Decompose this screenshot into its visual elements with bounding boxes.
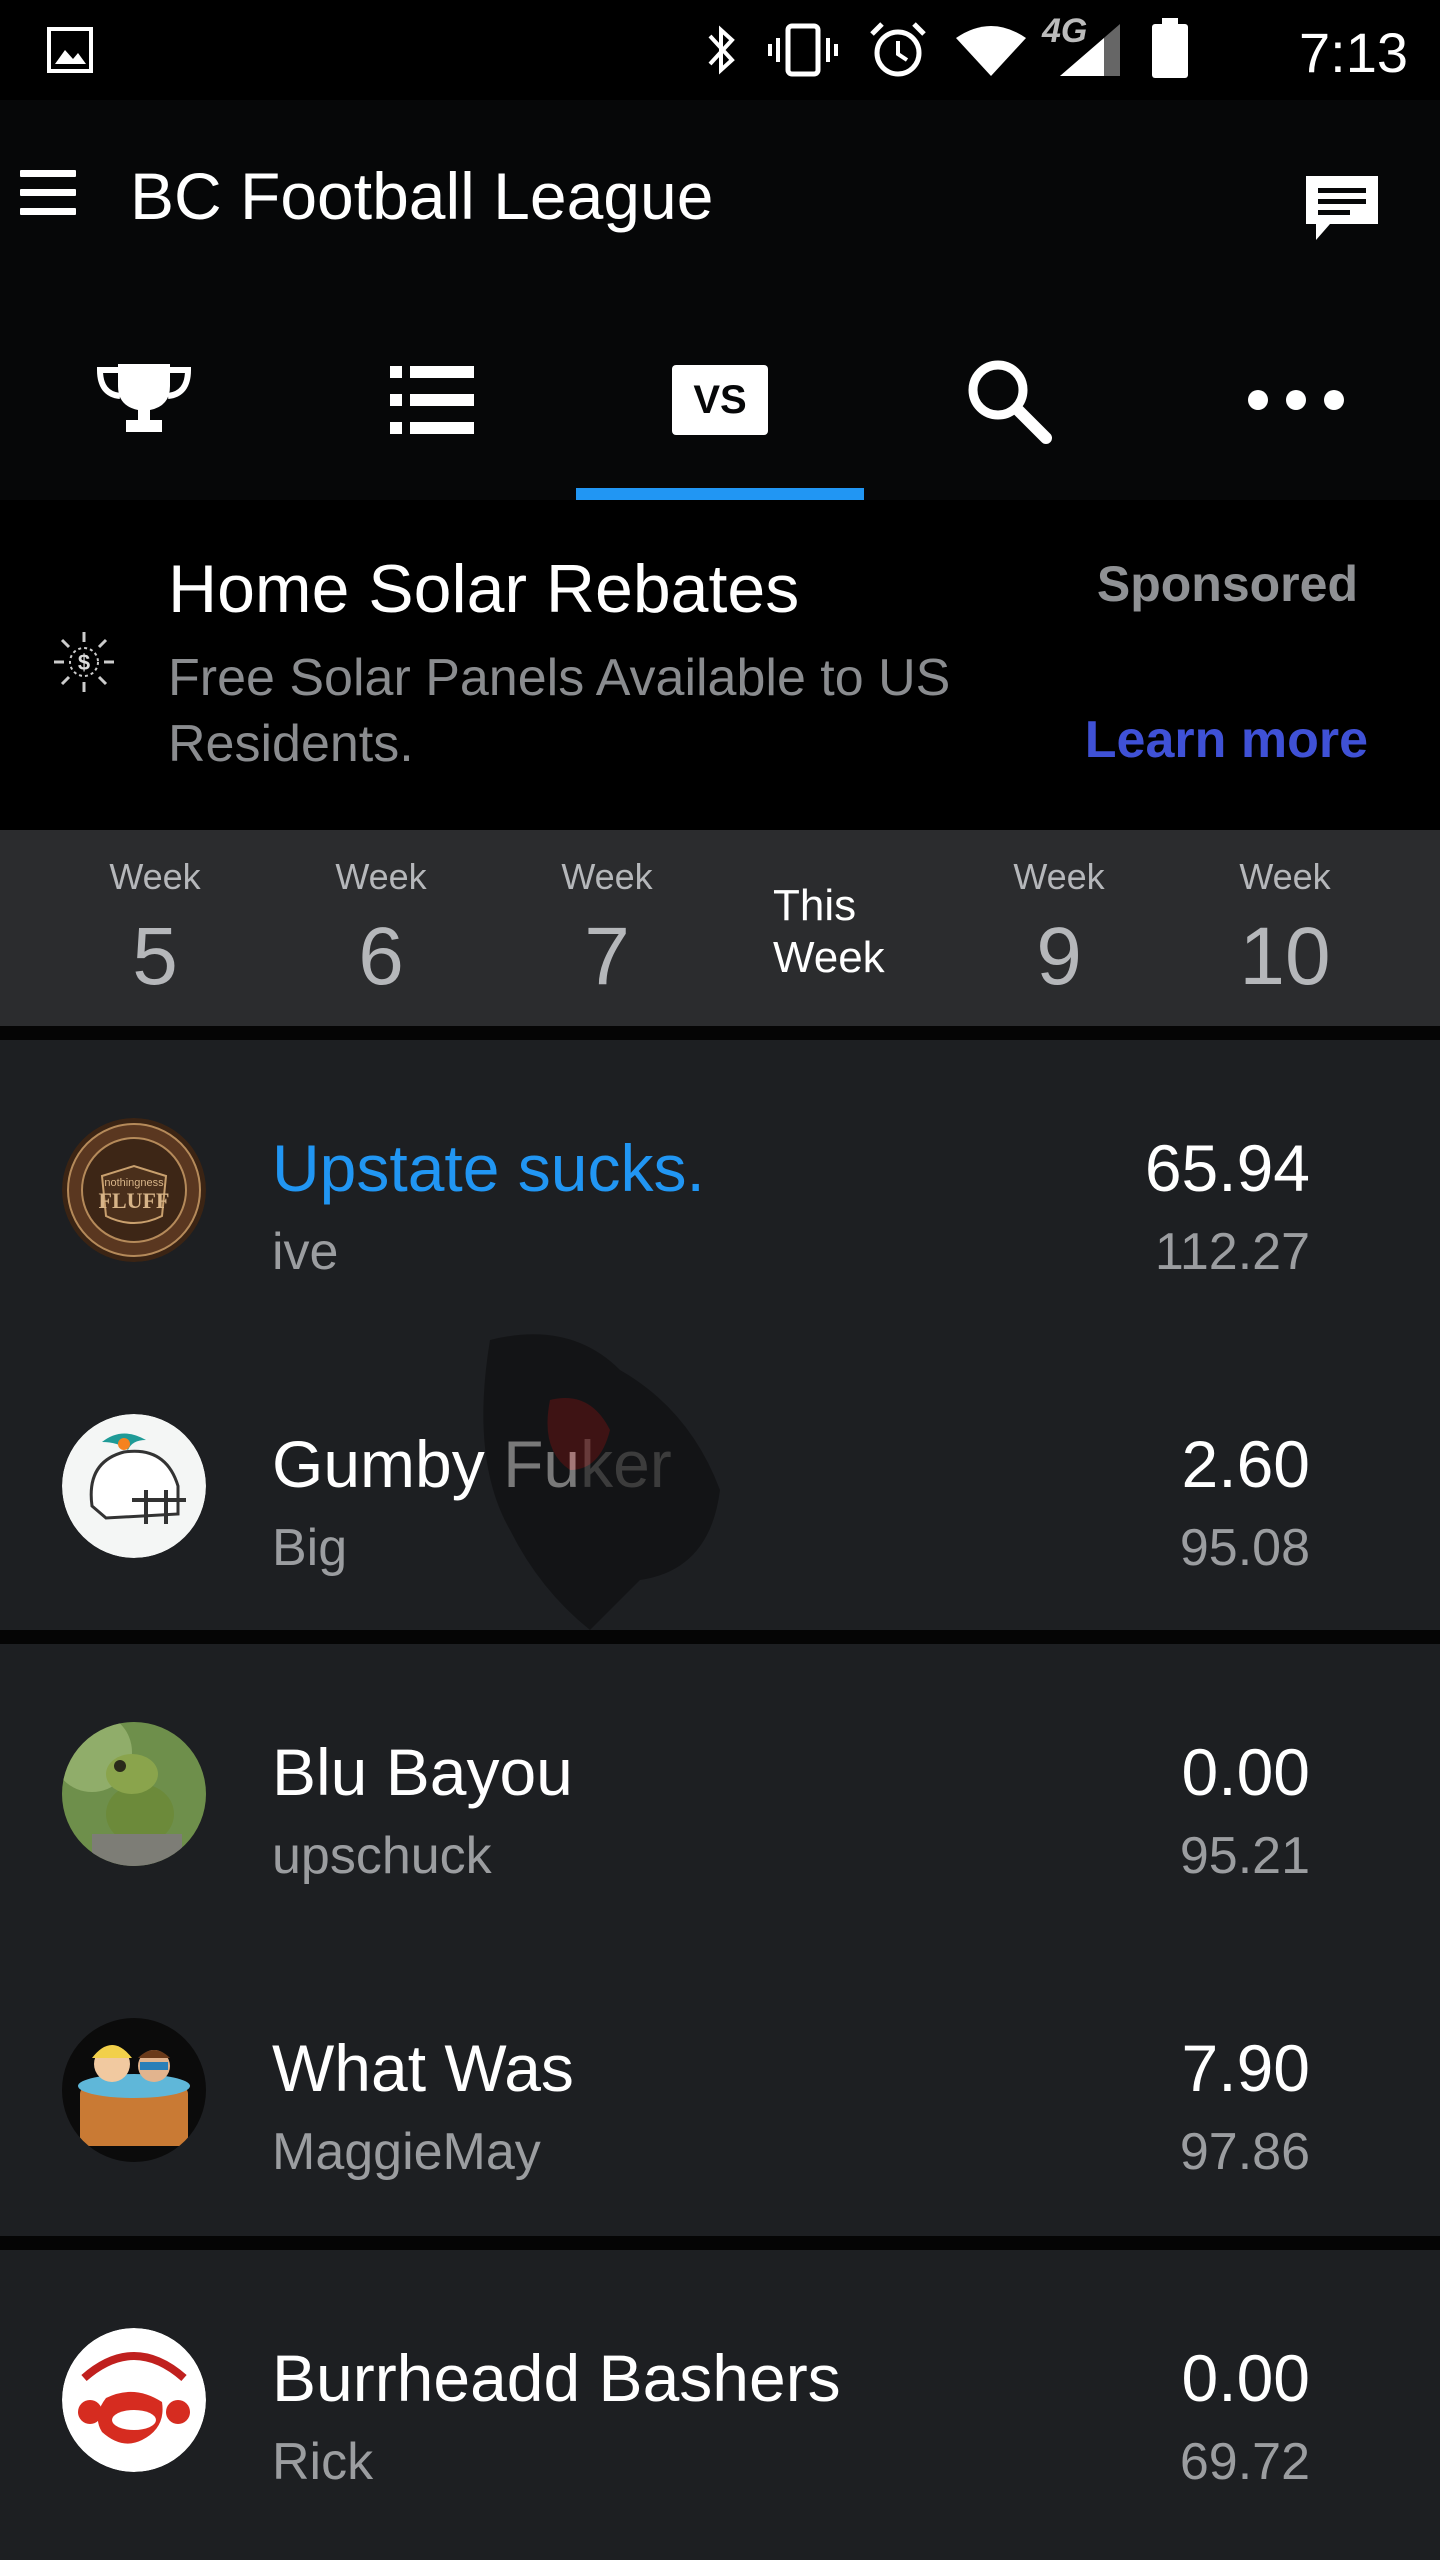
team-score: 7.90 xyxy=(1181,2031,1310,2105)
team-avatar-frog xyxy=(62,1722,206,1866)
projected-score: 95.21 xyxy=(1179,1827,1310,1885)
sponsored-ad[interactable]: $ Home Solar Rebates Free Solar Panels A… xyxy=(0,500,1440,830)
svg-text:$: $ xyxy=(78,650,90,675)
week-selector: Week 5 Week 6 Week 7 This Week Week 9 We… xyxy=(0,830,1440,1026)
week-5[interactable]: Week 5 xyxy=(42,830,268,1026)
owner-name: ive xyxy=(272,1223,339,1281)
tab-bar: VS xyxy=(0,300,1440,500)
projected-score: 112.27 xyxy=(1154,1223,1310,1281)
matchup-row[interactable]: Blu Bayou upschuck 0.00 95.21 xyxy=(0,1644,1440,1940)
owner-name: upschuck xyxy=(272,1827,492,1885)
team-name: Upstate sucks. xyxy=(272,1131,705,1205)
vs-icon: VS xyxy=(672,365,768,435)
projected-score: 97.86 xyxy=(1179,2123,1310,2181)
matchup-row[interactable]: What Was MaggieMay 7.90 97.86 xyxy=(0,1940,1440,2236)
more-icon xyxy=(1248,390,1344,410)
divider xyxy=(0,2236,1440,2250)
chat-icon[interactable] xyxy=(1302,172,1382,244)
ad-title: Home Solar Rebates xyxy=(168,551,800,627)
week-this-week[interactable]: This Week xyxy=(720,830,946,1026)
list-icon xyxy=(390,366,474,434)
divider xyxy=(0,1630,1440,1644)
team-score: 0.00 xyxy=(1181,2341,1310,2415)
this-week-label: This Week xyxy=(773,881,885,982)
team-name: What Was xyxy=(272,2031,574,2105)
week-10[interactable]: Week 10 xyxy=(1172,830,1398,1026)
tab-indicator xyxy=(576,488,864,500)
tab-vs[interactable]: VS xyxy=(576,300,864,500)
owner-name: Big xyxy=(272,1519,348,1577)
matchup-row[interactable]: nothingness FLUFF Upstate sucks. ive 65.… xyxy=(0,1040,1440,1336)
ad-description: Free Solar Panels Available to US Reside… xyxy=(168,649,951,773)
bluetooth-icon xyxy=(708,25,735,75)
battery-icon xyxy=(1152,18,1188,78)
signal-icon xyxy=(1060,24,1120,76)
gallery-icon xyxy=(47,27,93,73)
status-time: 7:13 xyxy=(1299,21,1408,84)
search-icon xyxy=(968,360,1052,444)
week-9[interactable]: Week 9 xyxy=(946,830,1172,1026)
divider xyxy=(0,1026,1440,1040)
team-name: Blu Bayou xyxy=(272,1735,573,1809)
owner-name: Rick xyxy=(272,2433,374,2491)
solar-icon: $ xyxy=(54,632,114,692)
team-score: 65.94 xyxy=(1144,1131,1310,1205)
projected-score: 95.08 xyxy=(1179,1519,1310,1577)
team-score: 2.60 xyxy=(1181,1427,1310,1501)
projected-score: 69.72 xyxy=(1179,2433,1310,2491)
team-name: Burrheadd Bashers xyxy=(272,2341,841,2415)
alarm-icon xyxy=(870,22,926,77)
tab-search[interactable] xyxy=(864,300,1152,500)
team-avatar-hot-tub xyxy=(62,2018,206,2162)
matchup-row[interactable]: Burrheadd Bashers Rick 0.00 69.72 xyxy=(0,2250,1440,2560)
owner-name: MaggieMay xyxy=(272,2123,541,2181)
learn-more-link[interactable]: Learn more xyxy=(1085,710,1368,770)
week-7[interactable]: Week 7 xyxy=(494,830,720,1026)
tab-trophy[interactable] xyxy=(0,300,288,500)
sponsored-label: Sponsored xyxy=(1096,556,1358,612)
team-avatar-helmet xyxy=(62,1414,206,1558)
page-title: BC Football League xyxy=(130,159,714,233)
team-avatar-fluff: nothingness FLUFF xyxy=(62,1118,206,1262)
team-score: 0.00 xyxy=(1181,1735,1310,1809)
trophy-icon xyxy=(96,364,192,432)
svg-text:FLUFF: FLUFF xyxy=(99,1188,170,1213)
week-6[interactable]: Week 6 xyxy=(268,830,494,1026)
status-bar: 4G 7:13 xyxy=(0,0,1440,100)
wifi-icon xyxy=(956,26,1026,76)
app-bar: BC Football League xyxy=(0,100,1440,300)
tab-list[interactable] xyxy=(288,300,576,500)
menu-icon[interactable] xyxy=(20,170,76,226)
tab-more[interactable] xyxy=(1152,300,1440,500)
vibrate-icon xyxy=(768,23,838,77)
watermark-graphic xyxy=(483,1334,720,1630)
team-avatar-crawfish xyxy=(62,2328,206,2472)
